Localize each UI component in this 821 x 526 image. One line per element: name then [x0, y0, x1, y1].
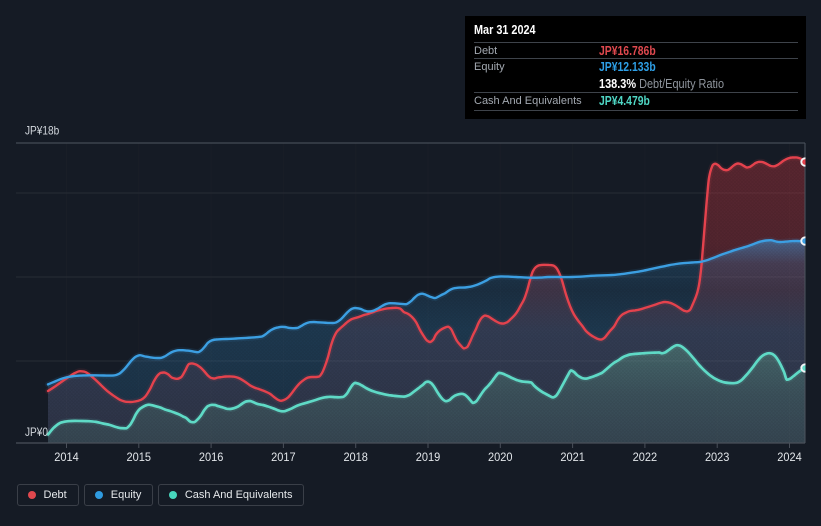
svg-text:JP¥0: JP¥0	[25, 425, 48, 439]
svg-text:2017: 2017	[271, 452, 296, 464]
svg-text:2014: 2014	[54, 452, 79, 464]
svg-text:2022: 2022	[633, 452, 658, 464]
svg-text:2024: 2024	[777, 452, 802, 464]
svg-text:2018: 2018	[343, 452, 368, 464]
svg-text:2023: 2023	[705, 452, 730, 464]
svg-text:2016: 2016	[199, 452, 224, 464]
svg-text:JP¥18b: JP¥18b	[25, 124, 59, 138]
svg-text:2015: 2015	[127, 452, 152, 464]
svg-text:2021: 2021	[560, 452, 585, 464]
svg-text:2019: 2019	[416, 452, 441, 464]
svg-text:2020: 2020	[488, 452, 513, 464]
